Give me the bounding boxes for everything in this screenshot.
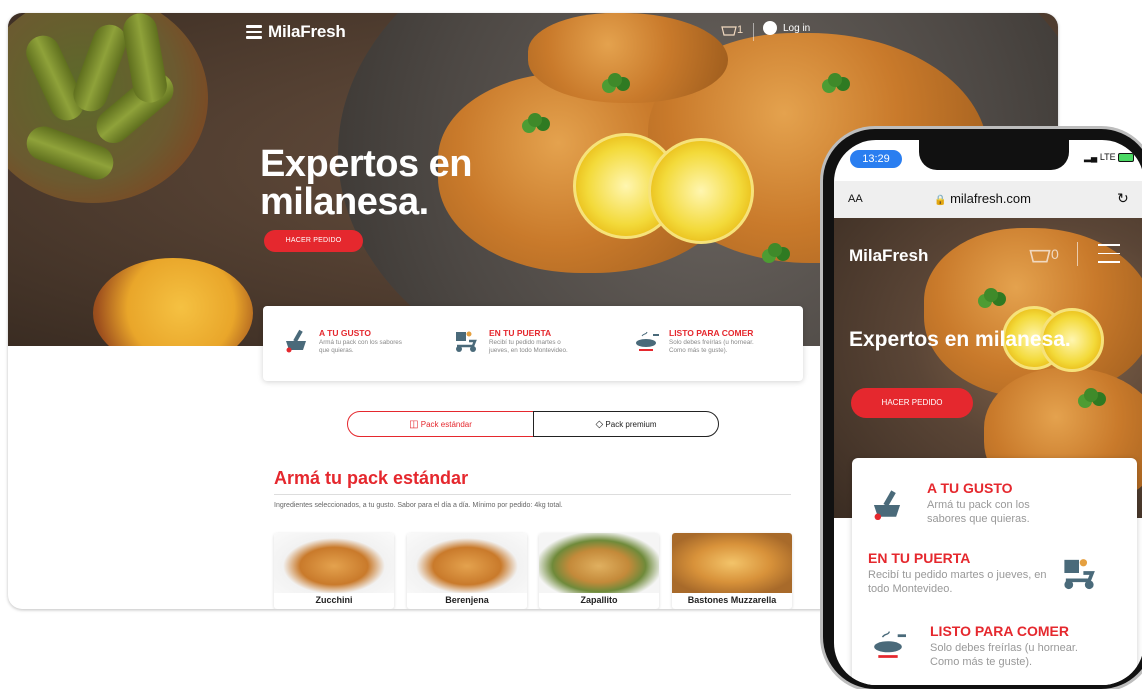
url-text: milafresh.com	[950, 191, 1031, 206]
feature-title: EN TU PUERTA	[868, 550, 971, 566]
box-icon: ◫	[409, 419, 419, 430]
nav-divider	[1077, 242, 1078, 266]
feature-desc: Armá tu pack con los sabores que quieras…	[927, 499, 1030, 525]
tab-label: Pack estándar	[420, 420, 472, 429]
feature-desc: Solo debes freírlas (u hornear. Como más…	[930, 642, 1078, 668]
product-card[interactable]: Zucchini	[274, 533, 394, 609]
cart-button[interactable]: 0	[1029, 246, 1059, 263]
product-name: Berenjena	[445, 595, 489, 605]
feature-desc: Armá tu pack con los sabores que quieras…	[319, 339, 402, 354]
status-time: 13:29	[850, 150, 902, 168]
cart-count: 0	[1051, 246, 1059, 262]
product-image	[672, 533, 792, 593]
feature-title: A TU GUSTO	[319, 328, 371, 338]
phone-mockup: 13:29 ▂▄ LTE AA 🔒 milafresh.com ↻ MilaFr…	[823, 129, 1142, 689]
tab-label: Pack premium	[605, 420, 657, 429]
order-button[interactable]: HACER PEDIDO	[264, 230, 363, 252]
product-grid: Zucchini Berenjena Zapallito Bastones Mu…	[274, 533, 794, 609]
basket-icon	[721, 25, 737, 36]
frying-pan-icon	[636, 331, 659, 351]
section-subtitle: Ingredientes seleccionados, a tu gusto. …	[274, 502, 563, 509]
feature-title: LISTO PARA COMER	[669, 328, 754, 338]
product-name: Zucchini	[315, 595, 353, 605]
battery-icon	[1118, 153, 1135, 163]
features-panel: A TU GUSTO Armá tu pack con los sabores …	[263, 306, 803, 381]
product-image	[407, 533, 527, 593]
feature-title: LISTO PARA COMER	[930, 623, 1069, 639]
mortar-icon	[286, 329, 306, 353]
phone-screen: 13:29 ▂▄ LTE AA 🔒 milafresh.com ↻ MilaFr…	[834, 140, 1142, 685]
delivery-scooter-icon	[456, 331, 477, 352]
hamburger-menu-icon[interactable]	[246, 25, 262, 39]
section-divider	[274, 494, 791, 495]
address-field[interactable]: 🔒 milafresh.com	[934, 191, 1031, 206]
login-button[interactable]: Log in	[763, 21, 810, 35]
basket-icon	[1029, 249, 1051, 263]
product-card[interactable]: Berenjena	[407, 533, 527, 609]
feature-title: EN TU PUERTA	[489, 328, 552, 338]
order-button[interactable]: HACER PEDIDO	[851, 388, 973, 418]
diamond-icon: ◇	[595, 419, 604, 430]
product-card[interactable]: Zapallito	[539, 533, 659, 609]
delivery-scooter-icon	[1064, 559, 1095, 590]
reload-icon[interactable]: ↻	[1117, 190, 1129, 207]
parsley-image	[1084, 388, 1098, 402]
feature-desc: Solo debes freírlas (u hornear. Como más…	[669, 339, 754, 354]
feature-title: A TU GUSTO	[927, 480, 1013, 496]
top-nav: MilaFresh 1 Log in	[8, 13, 1058, 53]
product-image	[539, 533, 659, 593]
phone-notch	[919, 140, 1069, 170]
login-label: Log in	[783, 22, 811, 34]
status-indicators: ▂▄ LTE	[1084, 152, 1135, 163]
product-image	[274, 533, 394, 593]
product-card[interactable]: Bastones Muzzarella	[672, 533, 792, 609]
sauce-cup-image	[93, 258, 253, 346]
hero-title: Expertos en milanesa.	[849, 328, 1071, 351]
feature-desc: Recibí tu pedido martes o jueves, en tod…	[489, 339, 568, 354]
parsley-image	[984, 288, 998, 302]
lock-icon: 🔒	[934, 195, 947, 206]
section-title: Armá tu pack estándar	[274, 468, 469, 488]
brand-logo[interactable]: MilaFresh	[268, 22, 346, 42]
hamburger-menu-icon[interactable]	[1098, 244, 1120, 270]
user-icon	[763, 21, 777, 35]
signal-icon: ▂▄	[1084, 152, 1098, 162]
feature-desc: Recibí tu pedido martes o jueves, en tod…	[868, 569, 1047, 595]
cart-count: 1	[737, 24, 744, 36]
parsley-image	[528, 113, 542, 127]
parsley-image	[828, 73, 842, 87]
parsley-image	[768, 243, 782, 257]
frying-pan-icon	[874, 631, 906, 658]
mortar-icon	[873, 490, 901, 521]
product-name: Bastones Muzzarella	[687, 595, 777, 605]
parsley-image	[608, 73, 622, 87]
tab-pack-estandar[interactable]: ◫ Pack estándar	[347, 411, 534, 437]
nav-divider	[753, 23, 754, 41]
mobile-features-card: A TU GUSTO Armá tu pack con los sabores …	[852, 458, 1137, 685]
browser-url-bar: AA 🔒 milafresh.com ↻	[834, 181, 1142, 218]
network-label: LTE	[1099, 152, 1116, 162]
hero-title: Expertos en milanesa.	[260, 143, 473, 223]
cart-button[interactable]: 1	[721, 24, 743, 36]
pack-tabs: ◫ Pack estándar ◇ Pack premium	[347, 411, 719, 437]
product-name: Zapallito	[580, 595, 618, 605]
lemon-slice-image	[648, 138, 754, 244]
brand-logo[interactable]: MilaFresh	[849, 246, 928, 266]
tab-pack-premium[interactable]: ◇ Pack premium	[533, 411, 719, 437]
text-size-button[interactable]: AA	[848, 193, 863, 205]
